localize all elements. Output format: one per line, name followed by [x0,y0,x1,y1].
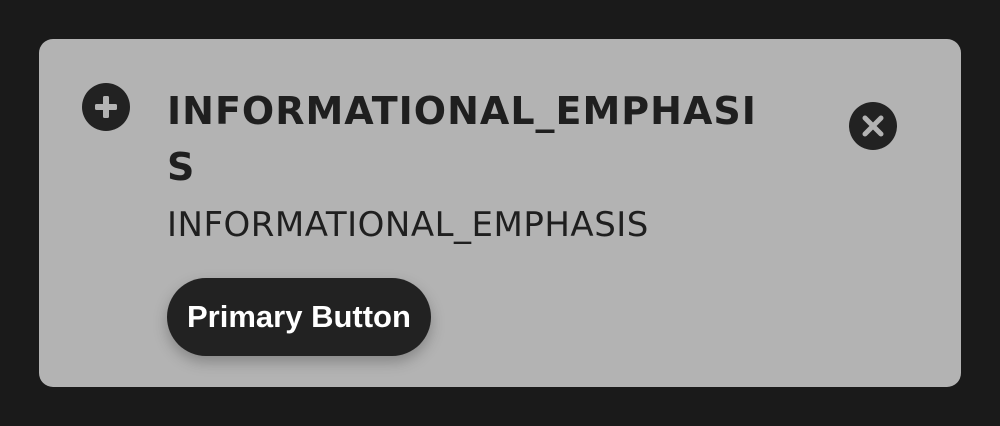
close-button[interactable] [849,102,897,150]
banner-description: INFORMATIONAL_EMPHASIS [167,205,649,245]
primary-button[interactable]: Primary Button [167,278,431,356]
informational-emphasis-banner: INFORMATIONAL_EMPHASIS INFORMATIONAL_EMP… [39,39,961,387]
banner-content: INFORMATIONAL_EMPHASIS INFORMATIONAL_EMP… [167,83,777,356]
banner-title: INFORMATIONAL_EMPHASIS [167,89,757,189]
plus-circle-icon [82,83,130,131]
close-circle-icon [849,102,897,150]
